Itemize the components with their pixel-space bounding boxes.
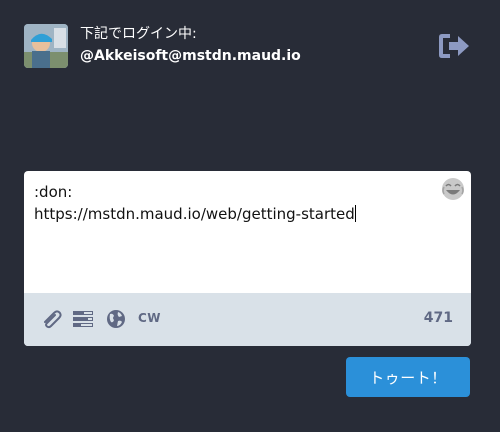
character-counter: 471 — [423, 310, 453, 326]
avatar[interactable] — [24, 24, 68, 68]
paperclip-icon[interactable] — [40, 309, 62, 329]
emoji-picker-icon[interactable] — [441, 177, 465, 201]
poll-icon[interactable] — [72, 309, 94, 329]
compose-toolbar: CW 471 — [24, 293, 471, 346]
compose-form: :don: https://mstdn.maud.io/web/getting-… — [24, 171, 471, 346]
compose-text: :don: https://mstdn.maud.io/web/getting-… — [34, 183, 355, 223]
account-header: 下記でログイン中: @Akkeisoft@mstdn.maud.io — [24, 24, 476, 70]
text-caret — [354, 205, 356, 222]
login-label: 下記でログイン中: — [80, 26, 197, 42]
account-handle: @Akkeisoft@mstdn.maud.io — [80, 48, 301, 64]
toot-button[interactable]: トゥート！ — [346, 357, 470, 397]
globe-icon[interactable] — [106, 309, 128, 329]
login-info: 下記でログイン中: @Akkeisoft@mstdn.maud.io — [80, 24, 301, 66]
compose-textarea[interactable]: :don: https://mstdn.maud.io/web/getting-… — [24, 171, 471, 293]
sign-out-icon[interactable] — [438, 32, 470, 60]
content-warning-button[interactable]: CW — [138, 311, 161, 325]
